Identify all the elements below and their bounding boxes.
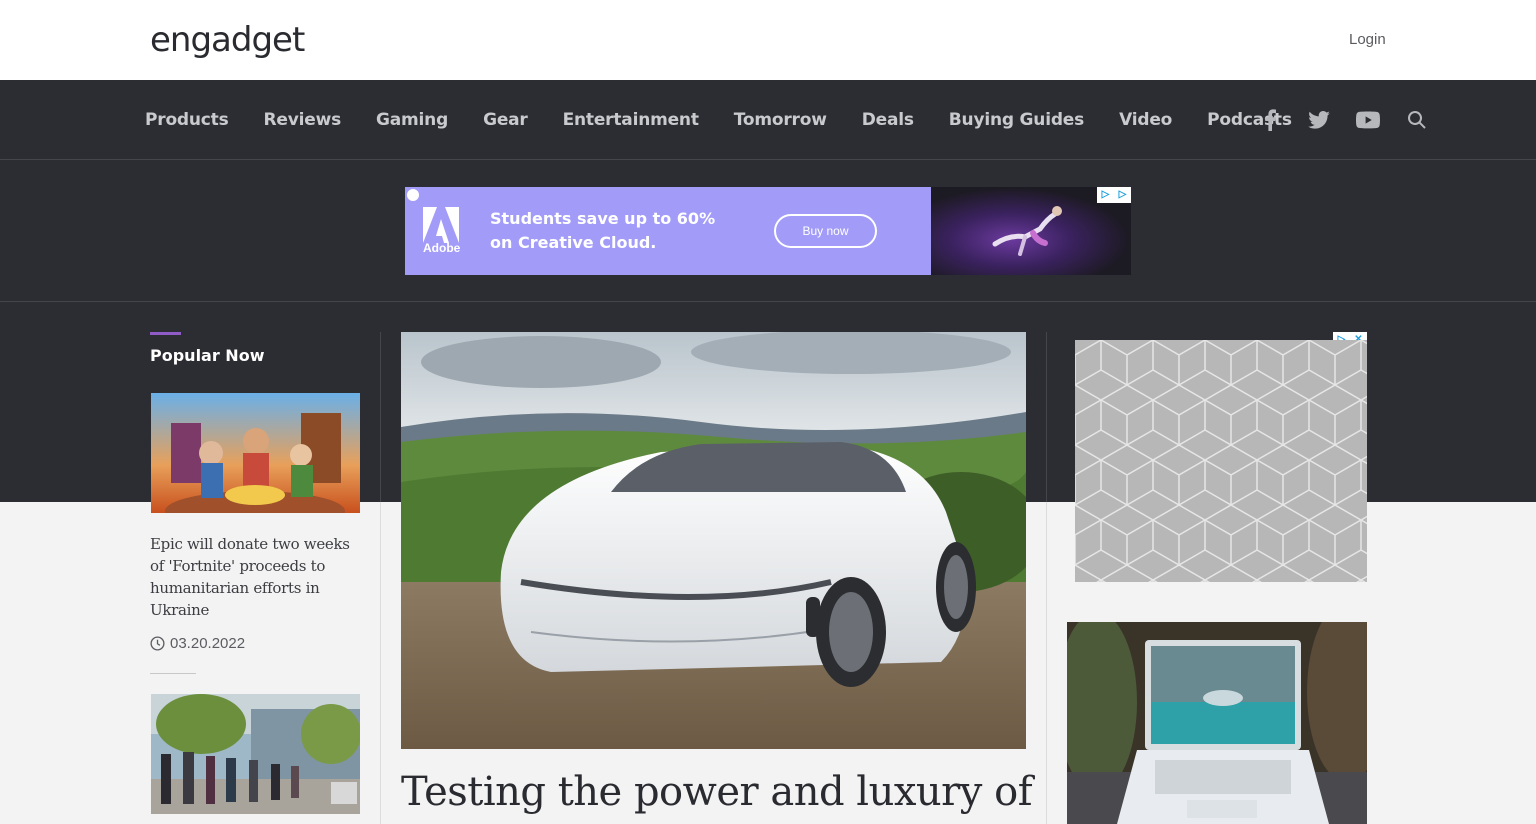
ad-choices[interactable]: ▷ ▷ <box>1097 187 1131 203</box>
right-ad-placeholder[interactable] <box>1075 340 1367 582</box>
popular-now-heading: Popular Now <box>150 346 265 365</box>
ad-choices-icon[interactable]: ▷ <box>1097 187 1114 203</box>
popular-divider <box>150 673 196 674</box>
nav-item-tomorrow[interactable]: Tomorrow <box>734 110 827 130</box>
ad-copy-line1: Students save up to 60% <box>490 209 716 228</box>
popular-date: 03.20.2022 <box>150 635 245 652</box>
laptop-thumbnail[interactable] <box>1067 622 1367 824</box>
youtube-icon[interactable] <box>1356 108 1380 132</box>
dancer-image <box>992 206 1062 256</box>
engadget-logo[interactable]: engadget <box>150 20 305 60</box>
main-nav: Products Reviews Gaming Gear Entertainme… <box>0 80 1536 160</box>
facebook-icon[interactable] <box>1258 108 1282 132</box>
popular-date-text: 03.20.2022 <box>170 635 246 652</box>
lucid-air-hero-image[interactable] <box>401 332 1026 749</box>
section-accent <box>150 332 181 335</box>
nav-item-reviews[interactable]: Reviews <box>264 110 342 130</box>
clock-icon <box>150 636 165 651</box>
ad-info-icon[interactable]: ▷ <box>1114 187 1131 203</box>
popular-now-column: Popular Now Epic will donate two weeks o… <box>150 332 360 814</box>
popular-headline[interactable]: Epic will donate two weeks of 'Fortnite'… <box>150 533 360 621</box>
ad-row: Adobe Students save up to 60% on Creativ… <box>0 161 1536 302</box>
nav-item-entertainment[interactable]: Entertainment <box>563 110 699 130</box>
nav-item-products[interactable]: Products <box>145 110 229 130</box>
ad-brand: Adobe <box>423 241 461 255</box>
right-divider-dark <box>1046 332 1047 502</box>
left-divider-dark <box>380 332 381 502</box>
top-header: engadget Login <box>0 0 1536 80</box>
ad-copy-line2: on Creative Cloud. <box>490 233 657 252</box>
search-icon[interactable] <box>1405 108 1429 132</box>
twitter-icon[interactable] <box>1307 108 1331 132</box>
buy-now-button[interactable]: Buy now <box>774 214 877 248</box>
fortnite-thumbnail[interactable] <box>151 393 360 513</box>
social-icons <box>1258 80 1454 160</box>
nav-item-video[interactable]: Video <box>1119 110 1172 130</box>
nav-item-deals[interactable]: Deals <box>862 110 914 130</box>
nav-items: Products Reviews Gaming Gear Entertainme… <box>145 80 1327 160</box>
nav-item-buying-guides[interactable]: Buying Guides <box>949 110 1084 130</box>
main-article-title[interactable]: Testing the power and luxury of <box>401 766 1041 818</box>
login-link[interactable]: Login <box>1349 31 1386 48</box>
google-office-thumbnail[interactable] <box>151 694 360 814</box>
nav-item-gaming[interactable]: Gaming <box>376 110 448 130</box>
ad-copy: Students save up to 60% on Creative Clou… <box>490 207 730 255</box>
nav-item-gear[interactable]: Gear <box>483 110 528 130</box>
adobe-ad-banner[interactable]: Adobe Students save up to 60% on Creativ… <box>405 187 1131 275</box>
